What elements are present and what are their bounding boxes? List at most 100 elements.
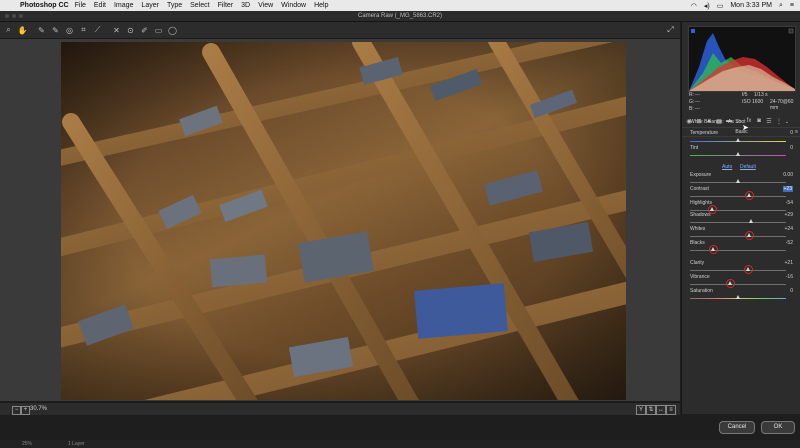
window-title: Camera Raw (_MG_5863.CR2) bbox=[357, 13, 443, 19]
slider-value-shadows[interactable]: +29 bbox=[785, 212, 793, 218]
menu-filter[interactable]: Filter bbox=[218, 2, 234, 9]
spot-removal-icon[interactable]: ✕ bbox=[111, 25, 122, 36]
preferences-button[interactable]: ≡ bbox=[666, 405, 676, 415]
menu-3d[interactable]: 3D bbox=[241, 2, 250, 9]
info-row-b: B: --- bbox=[688, 106, 796, 112]
volume-icon[interactable]: ◂) bbox=[704, 2, 710, 10]
slider-value-blacks[interactable]: -52 bbox=[786, 240, 793, 246]
slider-label-clarity: Clarity bbox=[690, 260, 705, 266]
swap-settings-button[interactable]: ↔ bbox=[656, 405, 666, 415]
crop-tool-icon[interactable]: ⌗ bbox=[78, 25, 89, 36]
image-canvas[interactable] bbox=[0, 39, 680, 401]
panel-menu-icon[interactable]: ≡ bbox=[795, 128, 798, 136]
search-icon[interactable]: ⌕ bbox=[779, 2, 783, 10]
menu-view[interactable]: View bbox=[258, 2, 273, 9]
slider-knob-saturation[interactable] bbox=[735, 295, 740, 299]
highlight-clipping-warning-icon[interactable] bbox=[788, 28, 794, 34]
footer-zoom: 25% bbox=[22, 441, 33, 447]
graduated-filter-icon[interactable]: ▭ bbox=[153, 25, 164, 36]
red-eye-icon[interactable]: ⊙ bbox=[125, 25, 136, 36]
minimize-window-button[interactable] bbox=[12, 14, 16, 18]
default-link[interactable]: Default bbox=[740, 164, 756, 170]
slider-label-vibrance: Vibrance bbox=[690, 274, 710, 280]
menu-edit[interactable]: Edit bbox=[94, 2, 106, 9]
straighten-tool-icon[interactable]: ⟋ bbox=[92, 25, 103, 36]
status-bar: − + 30.7% Y ⇅ ↔ ≡ bbox=[0, 402, 680, 415]
info-row-g: G: --- ISO 1600 24-70@60 mm bbox=[688, 99, 796, 111]
view-toggle-button[interactable]: Y bbox=[636, 405, 646, 415]
slider-value-whites[interactable]: +24 bbox=[785, 226, 793, 232]
menu-select[interactable]: Select bbox=[190, 2, 209, 9]
slider-track-shadows[interactable] bbox=[690, 222, 786, 223]
slider-track-highlights[interactable] bbox=[690, 210, 786, 211]
photoshop-status-footer: 25% 1 Layer bbox=[0, 440, 800, 448]
slider-label-shadows: Shadows bbox=[690, 212, 711, 218]
slider-value-saturation[interactable]: 0 bbox=[790, 288, 793, 294]
slider-label-saturation: Saturation bbox=[690, 288, 713, 294]
close-window-button[interactable] bbox=[5, 14, 9, 18]
tint-value[interactable]: 0 bbox=[790, 145, 793, 151]
menu-image[interactable]: Image bbox=[114, 2, 133, 9]
slider-track-clarity[interactable] bbox=[690, 270, 786, 271]
clock[interactable]: Mon 3:33 PM bbox=[730, 2, 772, 9]
fullscreen-icon[interactable]: ⤢ bbox=[665, 24, 676, 35]
zoom-window-button[interactable] bbox=[19, 14, 23, 18]
temperature-value[interactable]: 0 bbox=[790, 130, 793, 136]
slider-value-exposure[interactable]: 0.00 bbox=[783, 172, 793, 178]
slider-track-whites[interactable] bbox=[690, 236, 786, 237]
menu-app-name[interactable]: Photoshop CC bbox=[20, 2, 69, 9]
cancel-button[interactable]: Cancel bbox=[719, 421, 755, 434]
slider-track-blacks[interactable] bbox=[690, 250, 786, 251]
tool-bar: ⌕ ✋ ✎ ✎ ◎ ⌗ ⟋ ✕ ⊙ ✐ ▭ ◯ ⤢ bbox=[0, 22, 680, 39]
chevron-down-icon: ⌄ bbox=[784, 119, 789, 125]
zoom-tool-icon[interactable]: ⌕ bbox=[3, 25, 14, 36]
white-balance-label: White Balance: bbox=[690, 119, 724, 125]
info-row-r: R: --- f/5 1/13 s bbox=[688, 92, 796, 98]
auto-link[interactable]: Auto bbox=[722, 164, 732, 170]
menu-help[interactable]: Help bbox=[314, 2, 328, 9]
slider-knob-shadows[interactable] bbox=[749, 219, 754, 223]
footer-doc-info: 1 Layer bbox=[68, 441, 85, 447]
shadow-clipping-warning-icon[interactable] bbox=[691, 29, 695, 33]
targeted-adjustment-icon[interactable]: ◎ bbox=[64, 25, 75, 36]
battery-icon[interactable]: ▭ bbox=[717, 2, 724, 10]
slider-track-vibrance[interactable] bbox=[690, 284, 786, 285]
wifi-icon[interactable]: ◠ bbox=[691, 2, 697, 10]
slider-value-highlights[interactable]: -54 bbox=[786, 200, 793, 206]
slider-label-contrast: Contrast bbox=[690, 186, 709, 192]
menu-layer[interactable]: Layer bbox=[141, 2, 159, 9]
image-info: R: --- f/5 1/13 s G: --- ISO 1600 24-70@… bbox=[688, 92, 796, 116]
info-g-value: --- bbox=[695, 99, 700, 105]
zoom-level[interactable]: 30.7% bbox=[30, 406, 47, 412]
hand-tool-icon[interactable]: ✋ bbox=[17, 25, 28, 36]
zoom-out-button[interactable]: − bbox=[12, 406, 21, 415]
slider-knob-exposure[interactable] bbox=[735, 179, 740, 183]
adjustment-brush-icon[interactable]: ✐ bbox=[139, 25, 150, 36]
temperature-slider-knob[interactable] bbox=[735, 138, 740, 142]
slider-value-vibrance[interactable]: -16 bbox=[786, 274, 793, 280]
preview-image[interactable] bbox=[61, 42, 626, 400]
menu-file[interactable]: File bbox=[75, 2, 86, 9]
radial-filter-icon[interactable]: ◯ bbox=[167, 25, 178, 36]
list-icon[interactable]: ≡ bbox=[790, 2, 794, 9]
slider-value-contrast[interactable]: +23 bbox=[782, 186, 793, 192]
before-after-button[interactable]: ⇅ bbox=[646, 405, 656, 415]
slider-value-clarity[interactable]: +21 bbox=[785, 260, 793, 266]
preview-illustration bbox=[61, 42, 626, 400]
slider-highlight-circle bbox=[708, 245, 718, 254]
menu-type[interactable]: Type bbox=[167, 2, 182, 9]
status-icons: ◠ ◂) ▭ Mon 3:33 PM ⌕ ≡ bbox=[691, 0, 794, 11]
color-sampler-icon[interactable]: ✎ bbox=[50, 25, 61, 36]
shutter-speed: 1/13 s bbox=[754, 92, 768, 98]
ok-button[interactable]: OK bbox=[761, 421, 795, 434]
info-b-value: --- bbox=[695, 106, 700, 112]
slider-track-contrast[interactable] bbox=[690, 196, 786, 197]
zoom-in-button[interactable]: + bbox=[21, 406, 30, 415]
white-balance-select[interactable]: As Shot ⌄ bbox=[728, 119, 790, 126]
white-balance-tool-icon[interactable]: ✎ bbox=[36, 25, 47, 36]
slider-highlight-circle bbox=[743, 265, 753, 274]
tint-slider-knob[interactable] bbox=[735, 152, 740, 156]
menu-window[interactable]: Window bbox=[281, 2, 306, 9]
iso: ISO 1600 bbox=[742, 99, 764, 105]
info-r-label: R: bbox=[689, 92, 694, 98]
